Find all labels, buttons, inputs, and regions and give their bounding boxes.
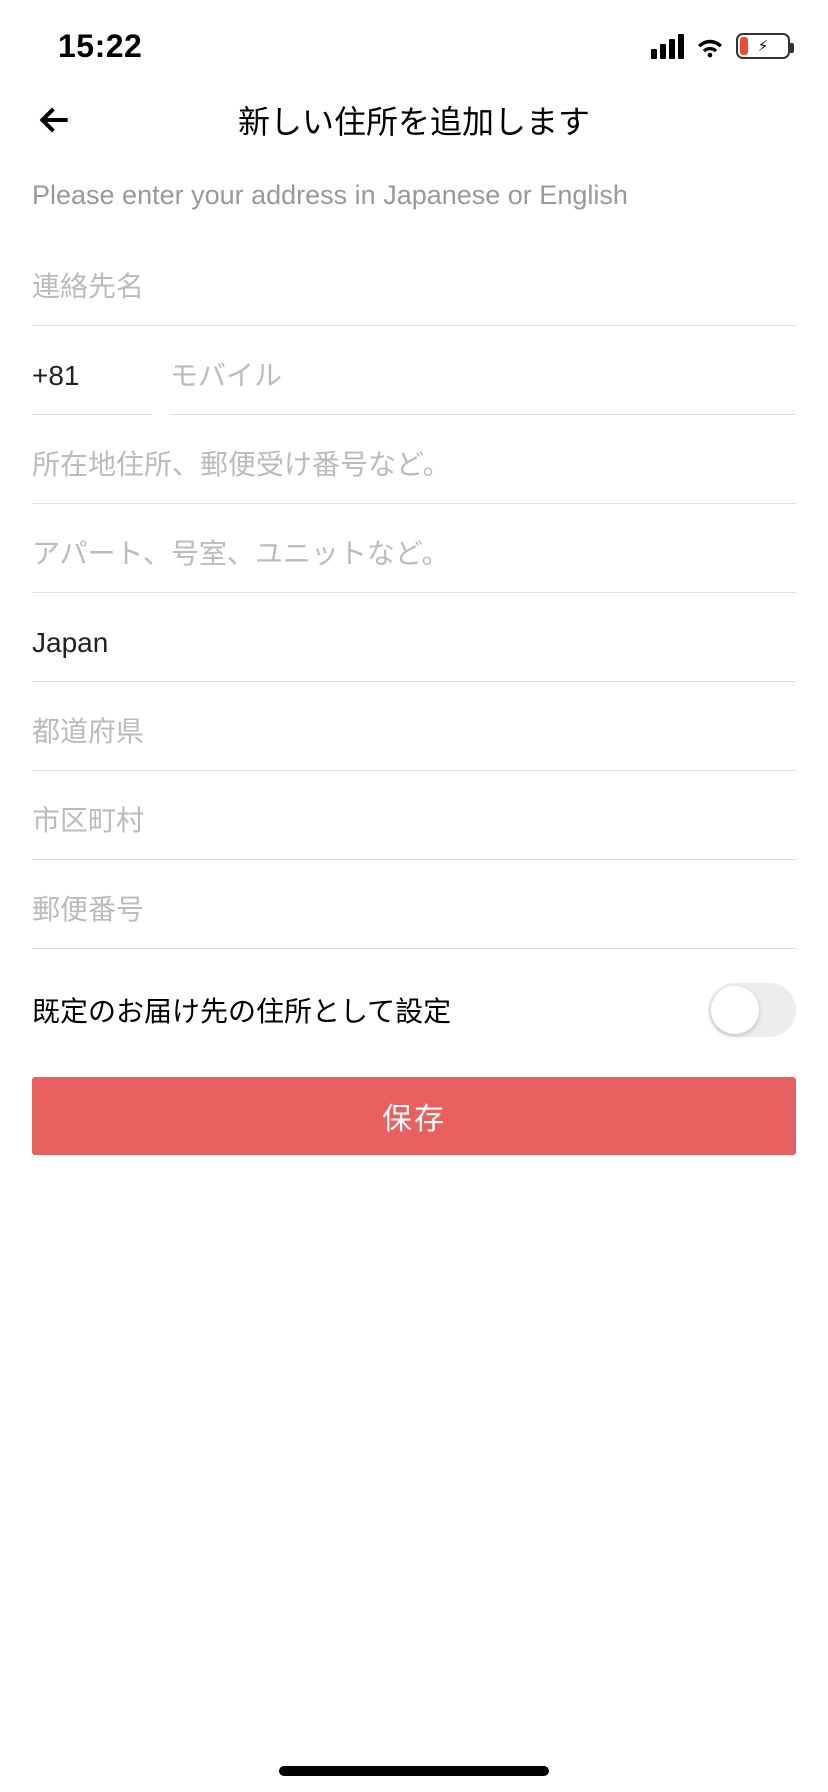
prefecture-input[interactable]: [32, 694, 796, 771]
save-button[interactable]: 保存: [32, 1077, 796, 1155]
cellular-icon: [651, 34, 684, 59]
status-bar: 15:22 ⚡︎: [0, 0, 828, 80]
instruction-text: Please enter your address in Japanese or…: [32, 180, 796, 211]
page-title: 新しい住所を追加します: [0, 97, 828, 143]
toggle-knob: [711, 986, 759, 1034]
street-address-input[interactable]: [32, 427, 796, 504]
phone-row: +81: [32, 338, 796, 415]
battery-icon: ⚡︎: [736, 33, 790, 59]
default-address-label: 既定のお届け先の住所として設定: [32, 990, 451, 1030]
apartment-input[interactable]: [32, 516, 796, 593]
status-icons: ⚡︎: [651, 30, 790, 62]
phone-country-code[interactable]: +81: [32, 338, 152, 415]
mobile-input[interactable]: [170, 338, 796, 415]
wifi-icon: [694, 30, 726, 62]
status-time: 15:22: [58, 28, 142, 65]
city-input[interactable]: [32, 783, 796, 860]
nav-bar: 新しい住所を追加します: [0, 80, 828, 160]
form-content: Please enter your address in Japanese or…: [0, 180, 828, 1155]
country-input[interactable]: [32, 605, 796, 682]
arrow-left-icon: [36, 101, 74, 139]
postal-code-input[interactable]: [32, 872, 796, 949]
default-address-row: 既定のお届け先の住所として設定: [32, 983, 796, 1037]
contact-name-input[interactable]: [32, 249, 796, 326]
default-address-toggle[interactable]: [708, 983, 796, 1037]
home-indicator[interactable]: [279, 1766, 549, 1776]
back-button[interactable]: [30, 95, 80, 145]
